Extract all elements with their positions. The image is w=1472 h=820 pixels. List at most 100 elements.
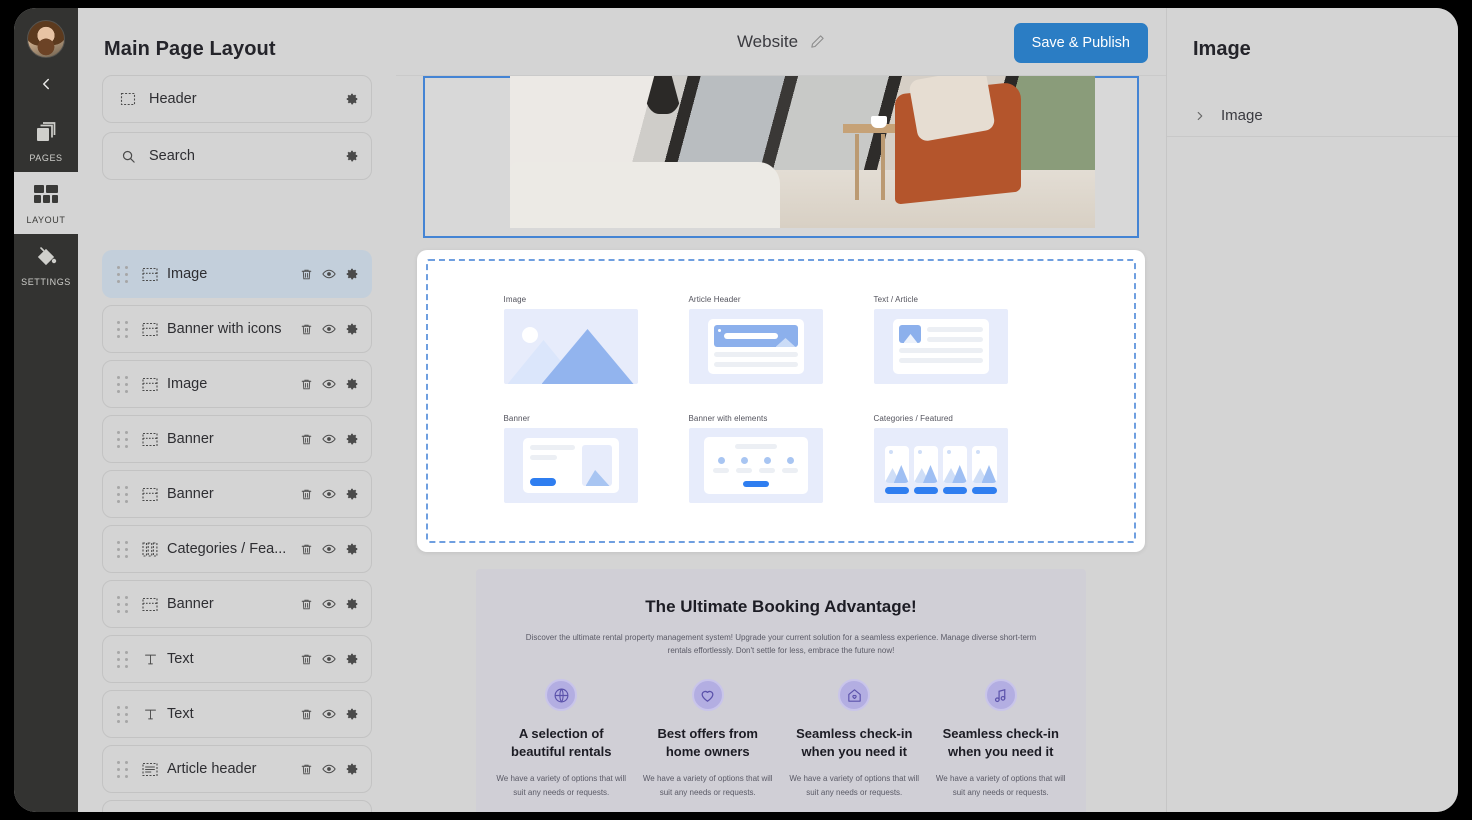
layout-grid-icon — [31, 182, 61, 208]
trash-icon[interactable] — [300, 268, 313, 281]
categories-featured-thumb[interactable] — [873, 428, 1008, 503]
eye-icon[interactable] — [322, 267, 336, 281]
banner-elements-thumb[interactable] — [688, 428, 823, 503]
gear-icon[interactable] — [345, 542, 359, 556]
drag-handle-icon[interactable] — [117, 651, 131, 668]
gear-icon[interactable] — [345, 267, 359, 281]
gear-icon[interactable] — [345, 432, 359, 446]
eye-icon[interactable] — [322, 322, 336, 336]
block-row[interactable]: Text — [102, 635, 372, 683]
trash-icon[interactable] — [300, 653, 313, 666]
block-label: Text — [167, 706, 194, 722]
pinned-blocks: Header Search — [78, 61, 396, 201]
block-row[interactable]: Banner with icons — [102, 305, 372, 353]
eye-icon[interactable] — [322, 432, 336, 446]
pencil-icon[interactable] — [810, 34, 825, 49]
banner-block-icon — [139, 267, 161, 282]
banner-block-icon — [139, 322, 161, 337]
eye-icon[interactable] — [322, 597, 336, 611]
page-canvas[interactable]: Image Article Header Text / Article Banner B… — [396, 76, 1166, 812]
gear-icon[interactable] — [345, 597, 359, 611]
collapse-back-button[interactable] — [14, 58, 78, 110]
block-label: Image — [167, 376, 208, 392]
rail-item-settings[interactable]: SETTINGS — [14, 234, 78, 296]
features-block[interactable]: The Ultimate Booking Advantage! Discover… — [476, 569, 1086, 812]
banner-thumb[interactable] — [503, 428, 638, 503]
drag-handle-icon[interactable] — [117, 431, 131, 448]
hero-image-block[interactable] — [423, 76, 1139, 238]
block-row[interactable]: Categories / Fea... — [102, 525, 372, 573]
feature-text: We have a variety of options that will s… — [935, 774, 1066, 798]
trash-icon[interactable] — [300, 433, 313, 446]
user-avatar[interactable] — [27, 20, 65, 58]
block-label: Banner with icons — [167, 321, 282, 337]
gear-icon[interactable] — [345, 762, 359, 776]
drag-handle-icon[interactable] — [117, 321, 131, 338]
eye-icon[interactable] — [322, 652, 336, 666]
gear-icon[interactable] — [345, 322, 359, 336]
block-row[interactable]: Banner — [102, 470, 372, 518]
drag-handle-icon[interactable] — [117, 706, 131, 723]
block-label: Header — [149, 91, 197, 107]
block-list[interactable]: Image Banner with icons Image Banner Banner C… — [78, 136, 396, 812]
block-row[interactable]: Image — [102, 360, 372, 408]
feature-text: We have a variety of options that will s… — [789, 774, 920, 798]
trash-icon[interactable] — [300, 763, 313, 776]
drag-handle-icon[interactable] — [117, 376, 131, 393]
picker-item-label: Text / Article — [873, 295, 919, 304]
trash-icon[interactable] — [300, 708, 313, 721]
drag-handle-icon[interactable] — [117, 761, 131, 778]
properties-row-image[interactable]: Image — [1167, 95, 1458, 137]
gear-icon[interactable] — [345, 377, 359, 391]
rail-item-pages[interactable]: PAGES — [14, 110, 78, 172]
gear-icon[interactable] — [345, 149, 359, 163]
drag-handle-icon[interactable] — [117, 486, 131, 503]
eye-icon[interactable] — [322, 377, 336, 391]
columns-block-icon — [139, 541, 161, 557]
block-row[interactable]: Article header — [102, 745, 372, 793]
image-thumb[interactable] — [503, 309, 638, 384]
text-article-thumb[interactable] — [873, 309, 1008, 384]
picker-item[interactable]: Text / Article — [873, 295, 1059, 384]
block-row[interactable]: Banner — [102, 415, 372, 463]
picker-item[interactable]: Banner with elements — [688, 414, 874, 503]
text-block-icon — [139, 707, 161, 722]
feature-text: We have a variety of options that will s… — [496, 774, 627, 798]
block-row-search[interactable]: Search — [102, 132, 372, 180]
eye-icon[interactable] — [322, 707, 336, 721]
eye-icon[interactable] — [322, 762, 336, 776]
block-row[interactable]: Banner — [102, 580, 372, 628]
article-header-thumb[interactable] — [688, 309, 823, 384]
picker-item[interactable]: Article Header — [688, 295, 874, 384]
picker-item[interactable]: Image — [503, 295, 689, 384]
block-label: Banner — [167, 486, 214, 502]
block-row[interactable]: Image — [102, 250, 372, 298]
drag-handle-icon[interactable] — [117, 266, 131, 283]
picker-item-label: Banner with elements — [688, 414, 768, 423]
feature-heading: Seamless check-in when you need it — [796, 726, 913, 759]
drag-handle-icon[interactable] — [117, 596, 131, 613]
rail-item-layout[interactable]: LAYOUT — [14, 172, 78, 234]
block-picker-dropzone[interactable]: Image Article Header Text / Article Banner B… — [426, 259, 1136, 543]
picker-item[interactable]: Categories / Featured — [873, 414, 1059, 503]
gear-icon[interactable] — [345, 652, 359, 666]
gear-icon[interactable] — [345, 487, 359, 501]
block-row[interactable]: Text — [102, 690, 372, 738]
picker-item[interactable]: Banner — [503, 414, 689, 503]
trash-icon[interactable] — [300, 323, 313, 336]
eye-icon[interactable] — [322, 487, 336, 501]
trash-icon[interactable] — [300, 598, 313, 611]
block-row-header[interactable]: Header — [102, 75, 372, 123]
gear-icon[interactable] — [345, 92, 359, 106]
text-block-icon — [139, 652, 161, 667]
properties-title: Image — [1193, 38, 1251, 60]
search-icon — [117, 149, 139, 164]
trash-icon[interactable] — [300, 543, 313, 556]
gear-icon[interactable] — [345, 707, 359, 721]
block-row[interactable]: Categories / Fea... — [102, 800, 372, 812]
drag-handle-icon[interactable] — [117, 541, 131, 558]
trash-icon[interactable] — [300, 488, 313, 501]
save-and-publish-button[interactable]: Save & Publish — [1013, 23, 1148, 63]
eye-icon[interactable] — [322, 542, 336, 556]
trash-icon[interactable] — [300, 378, 313, 391]
